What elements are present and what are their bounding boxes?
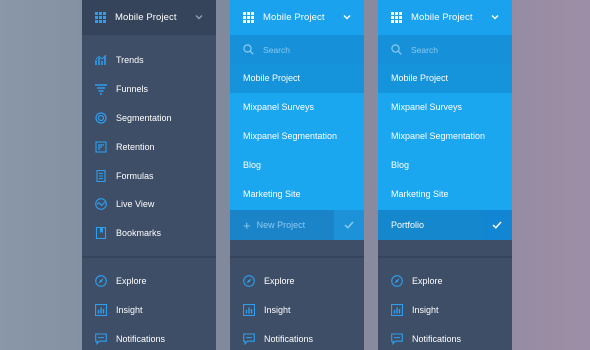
live-view-icon: [95, 198, 107, 211]
project-dropdown: Search Mobile Project Mixpanel Surveys M…: [230, 35, 364, 240]
nav-item-notifications[interactable]: Notifications: [230, 325, 364, 350]
bookmarks-icon: [95, 227, 107, 240]
nav-item-retention[interactable]: Retention: [82, 132, 216, 161]
project-title: Mobile Project: [411, 12, 473, 23]
formulas-icon: [95, 169, 107, 182]
dropdown-item[interactable]: Mixpanel Segmentation: [230, 122, 364, 151]
dropdown-item[interactable]: Mixpanel Segmentation: [378, 122, 512, 151]
nav-item-formulas[interactable]: Formulas: [82, 161, 216, 190]
check-icon: [344, 221, 354, 229]
insight-icon: [95, 304, 107, 317]
dropdown-item[interactable]: Mobile Project: [230, 64, 364, 93]
dropdown-item[interactable]: Blog: [378, 150, 512, 179]
nav-label: Notifications: [412, 333, 462, 344]
nav-label: Insight: [116, 305, 143, 316]
search-icon: [243, 44, 254, 55]
divider: [230, 256, 364, 258]
insight-icon: [243, 304, 255, 317]
dropdown-item[interactable]: Marketing Site: [230, 179, 364, 208]
dropdown-item[interactable]: Blog: [230, 150, 364, 179]
project-switcher[interactable]: Mobile Project: [230, 0, 364, 35]
divider: [82, 256, 216, 258]
secondary-nav: Explore Insight Notifications: [378, 267, 512, 350]
nav-label: Notifications: [264, 333, 314, 344]
sidebar-panel-dropdown-new: Mobile Project Search Mobile Project Mix…: [230, 0, 364, 350]
new-project-row: Portfolio: [378, 210, 512, 240]
sidebar-panel-collapsed: Mobile Project Trends Funnels Segmentati…: [82, 0, 216, 350]
funnels-icon: [95, 83, 107, 95]
chevron-down-icon[interactable]: [194, 12, 204, 22]
project-search[interactable]: Search: [378, 35, 512, 64]
nav-item-insight[interactable]: Insight: [378, 296, 512, 325]
apps-grid-icon: [95, 12, 106, 23]
nav-label: Funnels: [116, 84, 149, 95]
project-switcher[interactable]: Mobile Project: [378, 0, 512, 35]
dropdown-item[interactable]: Mixpanel Surveys: [378, 93, 512, 122]
nav-item-bookmarks[interactable]: Bookmarks: [82, 219, 216, 248]
nav-label: Trends: [116, 55, 144, 66]
search-placeholder: Search: [263, 44, 290, 55]
nav-item-segmentation[interactable]: Segmentation: [82, 104, 216, 133]
trends-icon: [95, 54, 107, 66]
new-project-input[interactable]: Portfolio: [378, 210, 482, 240]
nav-item-insight[interactable]: Insight: [82, 296, 216, 325]
confirm-button[interactable]: [334, 210, 364, 240]
compass-icon: [95, 275, 107, 288]
project-switcher[interactable]: Mobile Project: [82, 0, 216, 35]
nav-item-notifications[interactable]: Notifications: [378, 325, 512, 350]
insight-icon: [391, 304, 403, 317]
plus-icon: +: [243, 217, 251, 233]
dropdown-item[interactable]: Mixpanel Surveys: [230, 93, 364, 122]
nav-item-trends[interactable]: Trends: [82, 46, 216, 75]
sidebar-panel-dropdown-portfolio: Mobile Project Search Mobile Project Mix…: [378, 0, 512, 350]
new-project-row: + New Project: [230, 210, 364, 240]
search-icon: [391, 44, 402, 55]
check-icon: [492, 221, 502, 229]
chevron-down-icon[interactable]: [490, 12, 500, 22]
new-project-value: Portfolio: [391, 220, 425, 230]
project-search[interactable]: Search: [230, 35, 364, 64]
project-title: Mobile Project: [263, 12, 325, 23]
nav-label: Explore: [264, 276, 295, 287]
nav-item-funnels[interactable]: Funnels: [82, 75, 216, 104]
nav-label: Insight: [264, 305, 291, 316]
nav-label: Bookmarks: [116, 228, 162, 239]
nav-item-explore[interactable]: Explore: [230, 267, 364, 296]
main-nav: Trends Funnels Segmentation Retention Fo…: [82, 35, 216, 248]
retention-icon: [95, 141, 107, 153]
chevron-down-icon[interactable]: [342, 12, 352, 22]
nav-item-insight[interactable]: Insight: [230, 296, 364, 325]
chat-icon: [243, 333, 255, 345]
compass-icon: [391, 275, 403, 288]
new-project-placeholder: New Project: [256, 220, 306, 230]
nav-item-notifications[interactable]: Notifications: [82, 325, 216, 350]
nav-label: Formulas: [116, 170, 154, 181]
project-title: Mobile Project: [115, 12, 177, 23]
confirm-button[interactable]: [482, 210, 512, 240]
dropdown-item[interactable]: Marketing Site: [378, 179, 512, 208]
search-placeholder: Search: [411, 44, 438, 55]
nav-label: Segmentation: [116, 112, 172, 123]
nav-item-explore[interactable]: Explore: [378, 267, 512, 296]
compass-icon: [243, 275, 255, 288]
nav-label: Retention: [116, 141, 155, 152]
dropdown-item[interactable]: Mobile Project: [378, 64, 512, 93]
nav-item-live-view[interactable]: Live View: [82, 190, 216, 219]
apps-grid-icon: [391, 12, 402, 23]
nav-label: Live View: [116, 199, 155, 210]
apps-grid-icon: [243, 12, 254, 23]
secondary-nav: Explore Insight Notifications: [82, 267, 216, 350]
project-dropdown: Search Mobile Project Mixpanel Surveys M…: [378, 35, 512, 240]
divider: [378, 256, 512, 258]
chat-icon: [95, 333, 107, 345]
nav-label: Insight: [412, 305, 439, 316]
secondary-nav: Explore Insight Notifications: [230, 267, 364, 350]
new-project-input[interactable]: + New Project: [230, 210, 334, 240]
nav-label: Explore: [116, 276, 147, 287]
nav-label: Notifications: [116, 333, 166, 344]
nav-item-explore[interactable]: Explore: [82, 267, 216, 296]
chat-icon: [391, 333, 403, 345]
nav-label: Explore: [412, 276, 443, 287]
segmentation-icon: [95, 112, 107, 124]
